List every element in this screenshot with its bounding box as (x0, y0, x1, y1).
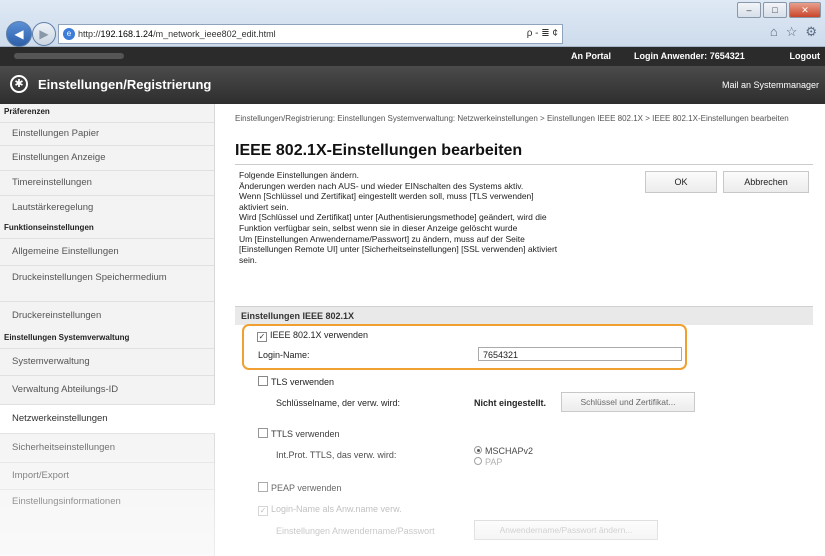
pap-label: PAP (485, 457, 503, 467)
login-as-user-row: ✓ Login-Name als Anw.name verw. (258, 504, 402, 516)
sidebar-item-general[interactable]: Allgemeine Einstellungen (0, 238, 214, 265)
description-line: sein. (239, 254, 257, 265)
peap-row: PEAP verwenden (258, 482, 341, 493)
sidebar-item-media-print[interactable]: Druckeinstellungen Speichermedium (0, 265, 214, 301)
sidebar-heading: Einstellungen Systemverwaltung (4, 333, 130, 342)
pap-radio[interactable] (474, 457, 482, 465)
sidebar-item-timer[interactable]: Timereinstellungen (0, 170, 214, 195)
login-as-user-checkbox[interactable]: ✓ (258, 506, 268, 516)
window-controls: – □ ✕ (737, 2, 821, 18)
sidebar-item-system-management[interactable]: Systemverwaltung (0, 348, 214, 375)
mschapv2-radio[interactable] (474, 446, 482, 454)
page-header: ✱ Einstellungen/Registrierung Mail an Sy… (0, 66, 825, 104)
key-certificate-button[interactable]: Schlüssel und Zertifikat... (561, 392, 695, 412)
minimize-icon[interactable]: – (737, 2, 761, 18)
sidebar: Präferenzen Einstellungen Papier Einstel… (0, 104, 215, 556)
sidebar-item-settings-info[interactable]: Einstellungsinformationen (0, 489, 214, 514)
top-user-bar: An Portal Login Anwender: 7654321 Logout (0, 47, 825, 66)
section-header-ieee: Einstellungen IEEE 802.1X (235, 306, 813, 325)
forward-icon[interactable]: ▶ (32, 22, 56, 46)
peap-label: PEAP verwenden (271, 483, 342, 493)
sidebar-item-paper[interactable]: Einstellungen Papier (0, 122, 214, 145)
sidebar-item-volume[interactable]: Lautstärkeregelung (0, 195, 214, 220)
address-bar-tools[interactable]: ρ - ≣ ¢ (527, 25, 562, 43)
tls-checkbox[interactable] (258, 376, 268, 386)
description-line: Folgende Einstellungen ändern. (239, 170, 360, 180)
login-as-user-label: Login-Name als Anw.name verw. (271, 504, 402, 514)
description-line: Wenn [Schlüssel und Zertifikat] eingeste… (239, 191, 534, 202)
settings-register-icon: ✱ (10, 75, 28, 93)
description-line: Änderungen werden nach AUS- und wieder E… (239, 180, 524, 191)
browser-toolbar-icons: ⌂ ☆ ⚙ (770, 24, 817, 40)
portal-link[interactable]: An Portal (571, 51, 611, 61)
ttls-label: TTLS verwenden (271, 429, 340, 439)
ttls-protocol-options: MSCHAPv2 PAP (474, 446, 533, 468)
user-password-label: Einstellungen Anwendername/Passwort (276, 526, 435, 536)
login-user-info: Login Anwender: 7654321 (634, 51, 745, 61)
maximize-icon[interactable]: □ (763, 2, 787, 18)
back-icon[interactable]: ◀ (6, 21, 32, 47)
description-line: [Einstellungen Remote UI] unter [Sicherh… (239, 244, 558, 255)
cancel-button[interactable]: Abbrechen (723, 171, 809, 193)
description-line: Wird [Schlüssel und Zertifikat] unter [A… (239, 212, 547, 223)
change-user-password-button[interactable]: Anwendername/Passwort ändern... (474, 520, 658, 540)
close-icon[interactable]: ✕ (789, 2, 821, 18)
tls-label: TLS verwenden (271, 377, 335, 387)
device-name-blurred (14, 53, 124, 59)
sidebar-heading: Präferenzen (4, 107, 50, 116)
home-icon[interactable]: ⌂ (770, 24, 778, 40)
ok-button[interactable]: OK (645, 171, 717, 193)
sidebar-item-printer[interactable]: Druckereinstellungen (0, 301, 214, 330)
login-user-value: 7654321 (709, 51, 745, 61)
ttls-protocol-label: Int.Prot. TTLS, das verw. wird: (276, 450, 397, 460)
ttls-checkbox[interactable] (258, 428, 268, 438)
mschapv2-label: MSCHAPv2 (485, 446, 534, 456)
description-line: aktiviert sein. (239, 201, 289, 212)
sidebar-item-department-id[interactable]: Verwaltung Abteilungs-ID (0, 375, 214, 404)
url-path: /m_network_ieee802_edit.html (153, 29, 276, 39)
settings-gear-icon[interactable]: ⚙ (805, 24, 817, 40)
url-prefix: http:// (78, 29, 101, 39)
url-host: 192.168.1.24 (100, 29, 154, 39)
breadcrumb: Einstellungen/Registrierung: Einstellung… (235, 114, 789, 123)
mail-to-manager-link[interactable]: Mail an Systemmanager (722, 80, 819, 90)
ttls-row: TTLS verwenden (258, 428, 340, 439)
description-line: Funktion verfügbar sein, selbst wenn sie… (239, 222, 518, 233)
peap-checkbox[interactable] (258, 482, 268, 492)
page-title: IEEE 802.1X-Einstellungen bearbeiten (235, 142, 523, 159)
sidebar-item-security[interactable]: Sicherheitseinstellungen (0, 433, 214, 462)
browser-chrome: – □ ✕ ◀ ▶ e http://192.168.1.24/m_network… (0, 0, 825, 47)
ie-page-icon: e (63, 28, 75, 40)
login-user-label: Login Anwender: (634, 51, 708, 61)
title-divider (235, 164, 813, 165)
description-line: Um [Einstellungen Anwendername/Passwort]… (239, 233, 525, 244)
sidebar-item-import-export[interactable]: Import/Export (0, 462, 214, 489)
logout-link[interactable]: Logout (790, 51, 821, 61)
tls-row: TLS verwenden (258, 376, 334, 387)
key-name-value: Nicht eingestellt. (474, 398, 547, 408)
sidebar-heading: Funktionseinstellungen (4, 223, 94, 232)
key-name-label: Schlüsselname, der verw. wird: (276, 398, 401, 408)
sidebar-item-network[interactable]: Netzwerkeinstellungen (0, 404, 215, 433)
highlight-frame (242, 324, 687, 370)
header-title: Einstellungen/Registrierung (38, 77, 212, 92)
sidebar-item-display[interactable]: Einstellungen Anzeige (0, 145, 214, 170)
description-text: Folgende Einstellungen ändern. Änderunge… (239, 170, 647, 265)
address-bar[interactable]: e http://192.168.1.24/m_network_ieee802_e… (58, 24, 563, 44)
favorites-star-icon[interactable]: ☆ (786, 24, 798, 40)
